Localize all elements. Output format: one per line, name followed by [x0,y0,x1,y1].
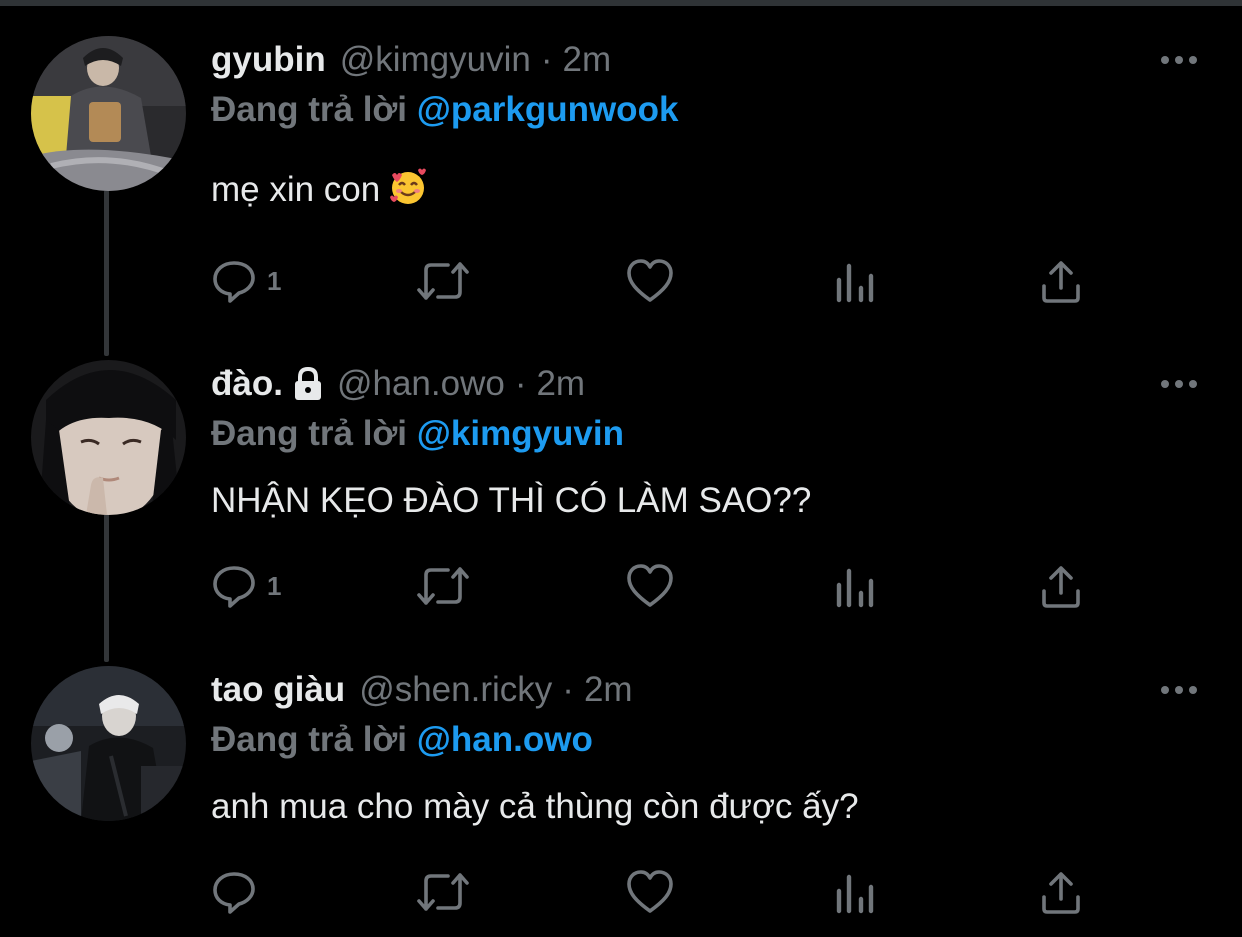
views-button[interactable] [834,556,876,616]
tweet-text: anh mua cho mày cả thùng còn được ấy? [211,787,859,826]
replying-to: Đang trả lời @han.owo [211,716,593,764]
display-name[interactable]: tao giàu [211,666,345,714]
tweet-header: gyubin @kimgyuvin · 2m [211,36,611,84]
reply-icon [213,566,255,608]
avatar[interactable] [31,360,186,515]
share-button[interactable] [1039,556,1083,616]
display-name[interactable]: đào. [211,360,283,408]
views-icon [836,568,874,608]
like-icon [627,259,673,302]
like-button[interactable] [626,862,674,922]
retweet-icon [417,567,469,605]
views-icon [836,263,874,303]
replying-mention[interactable]: @han.owo [417,720,593,759]
reply-button[interactable] [211,862,267,922]
tweet-text-content: mẹ xin con [211,170,381,209]
more-options-icon[interactable] [1158,374,1200,394]
smiling-face-with-hearts-icon [390,168,427,204]
views-button[interactable] [834,862,876,922]
share-icon [1042,872,1080,914]
retweet-button[interactable] [415,251,471,311]
more-options-icon[interactable] [1158,50,1200,70]
reply-count: 1 [267,570,282,601]
tweet-header: tao giàu @shen.ricky · 2m [211,666,633,714]
separator: · [540,40,553,79]
timestamp[interactable]: 2m [536,360,585,408]
reply-count: 1 [267,265,282,296]
views-button[interactable] [834,251,876,311]
like-icon [627,564,673,607]
retweet-button[interactable] [415,556,471,616]
replying-prefix: Đang trả lời [211,720,408,759]
tweet-dao[interactable]: đào. @han.owo · 2m Đang trả lời @kimgyuv… [0,360,1242,640]
separator: · [562,670,574,709]
tweet-actions: 1 [211,251,1111,311]
like-icon [627,870,673,913]
tweet-actions [211,862,1111,922]
timestamp[interactable]: 2m [563,36,612,84]
retweet-icon [417,262,469,300]
reply-icon [213,872,255,914]
user-handle[interactable]: @shen.ricky [359,666,552,714]
share-button[interactable] [1039,251,1083,311]
avatar[interactable] [31,36,186,191]
replying-to: Đang trả lời @parkgunwook [211,86,678,134]
replying-to: Đang trả lời @kimgyuvin [211,410,624,458]
replying-prefix: Đang trả lời [211,90,408,129]
timestamp[interactable]: 2m [584,666,633,714]
tweet-tao-giau[interactable]: tao giàu @shen.ricky · 2m Đang trả lời @… [0,666,1242,937]
like-button[interactable] [626,556,674,616]
retweet-button[interactable] [415,862,471,922]
tweet-gyubin[interactable]: gyubin @kimgyuvin · 2m Đang trả lời @par… [0,36,1242,316]
reply-icon [213,261,255,303]
share-button[interactable] [1039,862,1083,922]
tweet-actions: 1 [211,556,1111,616]
reply-button[interactable]: 1 [211,251,281,311]
replying-prefix: Đang trả lời [211,414,408,453]
more-options-icon[interactable] [1158,680,1200,700]
share-icon [1042,261,1080,303]
lock-icon [294,366,321,400]
like-button[interactable] [626,251,674,311]
user-handle[interactable]: @han.owo [337,360,505,408]
replying-mention[interactable]: @kimgyuvin [417,414,624,453]
separator: · [514,364,527,403]
tweet-text: mẹ xin con [211,166,428,214]
tweet-header: đào. @han.owo · 2m [211,360,585,408]
display-name[interactable]: gyubin [211,36,326,84]
top-divider [0,0,1242,6]
reply-button[interactable]: 1 [211,556,281,616]
avatar[interactable] [31,666,186,821]
replying-mention[interactable]: @parkgunwook [417,90,679,129]
tweet-text: NHẬN KẸO ĐÀO THÌ CÓ LÀM SAO?? [211,481,812,520]
share-icon [1042,566,1080,608]
retweet-icon [417,873,469,911]
views-icon [836,874,874,914]
user-handle[interactable]: @kimgyuvin [340,36,531,84]
